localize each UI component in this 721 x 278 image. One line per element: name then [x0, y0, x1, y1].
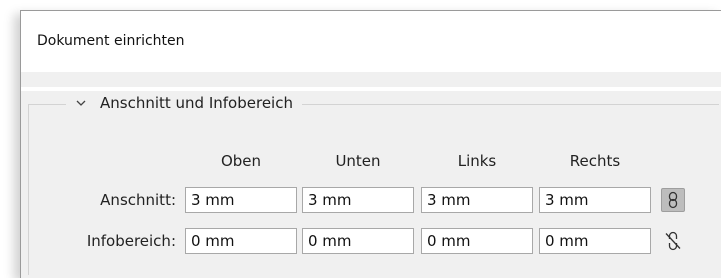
broken-link-chain-icon	[665, 231, 681, 251]
dialog-title: Dokument einrichten	[37, 33, 185, 49]
column-header-left: Links	[457, 152, 497, 170]
bleed-top-field[interactable]	[185, 187, 297, 213]
bleed-left-field[interactable]	[421, 187, 533, 213]
column-header-bottom: Unten	[335, 152, 381, 170]
column-header-right: Rechts	[569, 152, 621, 170]
column-header-top: Oben	[220, 152, 262, 170]
slug-label: Infobereich:	[86, 232, 176, 250]
slug-top-field[interactable]	[185, 228, 297, 254]
bleed-bottom-field[interactable]	[302, 187, 414, 213]
slug-left-field[interactable]	[421, 228, 533, 254]
bleed-label: Anschnitt:	[100, 191, 176, 209]
slug-link-toggle-button[interactable]	[661, 229, 685, 253]
bleed-link-toggle-button[interactable]	[661, 188, 685, 212]
slug-right-field[interactable]	[539, 228, 651, 254]
section-header[interactable]: Anschnitt und Infobereich	[66, 94, 302, 112]
divider	[21, 87, 721, 91]
link-chain-icon	[668, 191, 678, 209]
chevron-down-icon[interactable]	[74, 96, 88, 110]
bleed-right-field[interactable]	[539, 187, 651, 213]
section-title: Anschnitt und Infobereich	[100, 94, 293, 112]
dialog-title-bar: Dokument einrichten	[21, 11, 721, 72]
slug-bottom-field[interactable]	[302, 228, 414, 254]
